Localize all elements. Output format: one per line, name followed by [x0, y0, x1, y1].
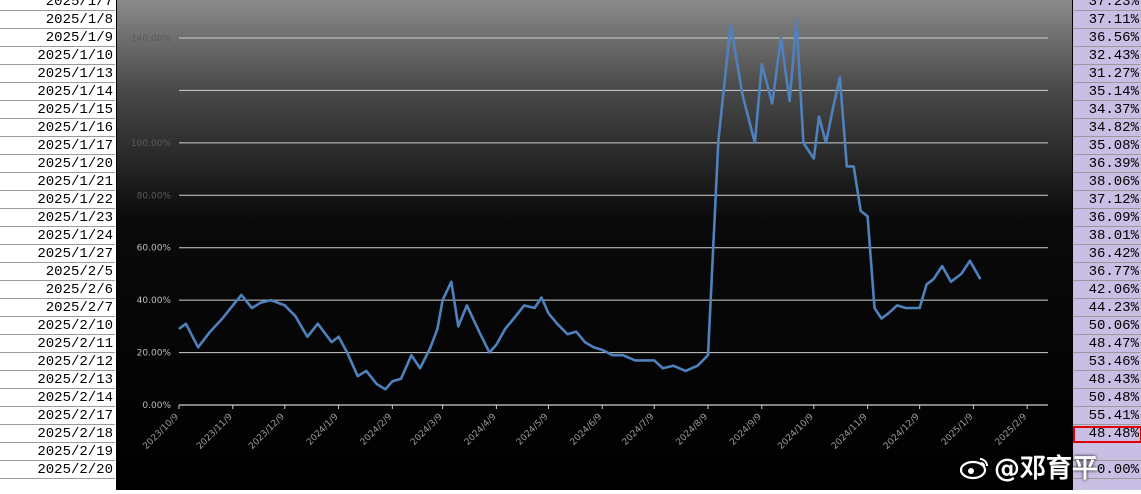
value-cell-selected[interactable]: 48.48% — [1073, 426, 1141, 443]
date-cell[interactable]: 2025/1/9 — [0, 30, 115, 47]
date-cell[interactable]: 2025/1/27 — [0, 246, 115, 263]
date-cell[interactable]: 2025/1/17 — [0, 138, 115, 155]
value-cell[interactable]: 38.06% — [1073, 174, 1141, 191]
x-tick-label: 2024/7/9 — [621, 412, 657, 448]
y-tick-label: 140.00% — [131, 34, 171, 44]
date-cell[interactable]: 2025/2/6 — [0, 282, 115, 299]
value-cell[interactable]: 55.41% — [1073, 408, 1141, 425]
date-cell[interactable]: 2025/1/8 — [0, 12, 115, 29]
date-cell[interactable]: 2025/2/5 — [0, 264, 115, 281]
value-cell[interactable]: 44.23% — [1073, 300, 1141, 317]
value-cell[interactable]: 36.56% — [1073, 30, 1141, 47]
y-tick-label: 60.00% — [137, 244, 172, 254]
value-cell[interactable]: 37.23% — [1073, 0, 1141, 11]
x-tick-label: 2024/9/9 — [728, 412, 764, 448]
date-cell[interactable]: 2025/2/20 — [0, 462, 115, 479]
date-cell[interactable]: 2025/2/10 — [0, 318, 115, 335]
value-cell[interactable]: 48.43% — [1073, 372, 1141, 389]
x-tick-label: 2024/8/9 — [674, 412, 710, 448]
date-cell[interactable]: 2025/1/14 — [0, 84, 115, 101]
watermark-text: @邓育平 — [994, 454, 1099, 484]
date-cell[interactable]: 2025/1/24 — [0, 228, 115, 245]
value-cell[interactable]: 37.12% — [1073, 192, 1141, 209]
line-chart: 0.00% 20.00% 40.00% 60.00% 80.00% 100.00% 140.… — [131, 18, 1048, 452]
date-cell[interactable]: 2025/2/17 — [0, 408, 115, 425]
value-cell[interactable]: 36.42% — [1073, 246, 1141, 263]
x-tick-label: 2025/1/9 — [940, 412, 976, 448]
date-cell[interactable]: 2025/1/10 — [0, 48, 115, 65]
value-cell[interactable]: 36.09% — [1073, 210, 1141, 227]
value-cell[interactable]: 38.01% — [1073, 228, 1141, 245]
date-cell[interactable]: 2025/2/7 — [0, 300, 115, 317]
watermark: @邓育平 — [960, 448, 1098, 485]
date-cell[interactable]: 2025/1/15 — [0, 102, 115, 119]
x-tick-label: 2024/6/9 — [569, 412, 605, 448]
value-cell[interactable]: 32.43% — [1073, 48, 1141, 65]
date-cell[interactable]: 2025/2/18 — [0, 426, 115, 443]
date-cell[interactable]: 2025/1/21 — [0, 174, 115, 191]
x-tick-label: 2023/12/9 — [247, 412, 287, 452]
date-cell[interactable]: 2025/2/13 — [0, 372, 115, 389]
date-cell[interactable]: 2025/1/23 — [0, 210, 115, 227]
value-cell[interactable]: 31.27% — [1073, 66, 1141, 83]
value-cell[interactable]: 50.06% — [1073, 318, 1141, 335]
x-tick-label: 2024/5/9 — [515, 412, 551, 448]
y-tick-label: 80.00% — [137, 191, 172, 201]
chart-area: 0.00% 20.00% 40.00% 60.00% 80.00% 100.00% 140.… — [117, 0, 1072, 490]
value-cell[interactable]: 48.47% — [1073, 336, 1141, 353]
x-tick-label: 2025/2/9 — [994, 412, 1030, 448]
value-cell[interactable]: 34.37% — [1073, 102, 1141, 119]
weibo-icon — [960, 458, 988, 480]
series-line — [178, 18, 982, 391]
date-cell[interactable]: 2025/2/12 — [0, 354, 115, 371]
x-tick-label: 2023/10/9 — [141, 412, 181, 452]
value-cell[interactable]: 35.08% — [1073, 138, 1141, 155]
value-cell[interactable]: 34.82% — [1073, 120, 1141, 137]
x-tick-label: 2024/2/9 — [359, 412, 395, 448]
date-cell[interactable]: 2025/1/22 — [0, 192, 115, 209]
date-column: 2025/1/7 2025/1/8 2025/1/9 2025/1/10 2025/1/… — [0, 0, 117, 490]
y-tick-label: 100.00% — [131, 139, 171, 149]
x-tick-label: 2023/11/9 — [195, 412, 235, 452]
x-tick-label: 2024/11/9 — [830, 412, 870, 452]
x-tick-label: 2024/1/9 — [305, 412, 341, 448]
date-cell[interactable]: 2025/1/16 — [0, 120, 115, 137]
y-tick-label: 40.00% — [137, 296, 172, 306]
date-cell[interactable]: 2025/2/14 — [0, 390, 115, 407]
date-cell[interactable]: 2025/1/20 — [0, 156, 115, 173]
value-cell[interactable]: 50.48% — [1073, 390, 1141, 407]
x-tick-label: 2024/12/9 — [882, 412, 922, 452]
value-cell[interactable]: 35.14% — [1073, 84, 1141, 101]
y-tick-label: 0.00% — [142, 401, 171, 411]
x-tick-label: 2024/10/9 — [776, 412, 816, 452]
x-tick-label: 2024/4/9 — [463, 412, 499, 448]
date-cell[interactable]: 2025/1/13 — [0, 66, 115, 83]
value-cell[interactable]: 37.11% — [1073, 12, 1141, 29]
x-tick-label: 2024/3/9 — [409, 412, 445, 448]
value-column: 37.23% 37.11% 36.56% 32.43% 31.27% 35.14% 34.3… — [1072, 0, 1141, 490]
date-cell[interactable]: 2025/2/19 — [0, 444, 115, 461]
value-cell[interactable]: 53.46% — [1073, 354, 1141, 371]
date-cell[interactable]: 2025/1/7 — [0, 0, 115, 11]
value-cell[interactable]: 42.06% — [1073, 282, 1141, 299]
value-cell[interactable]: 36.77% — [1073, 264, 1141, 281]
value-cell[interactable]: 36.39% — [1073, 156, 1141, 173]
date-cell[interactable]: 2025/2/11 — [0, 336, 115, 353]
y-tick-label: 20.00% — [137, 349, 172, 359]
